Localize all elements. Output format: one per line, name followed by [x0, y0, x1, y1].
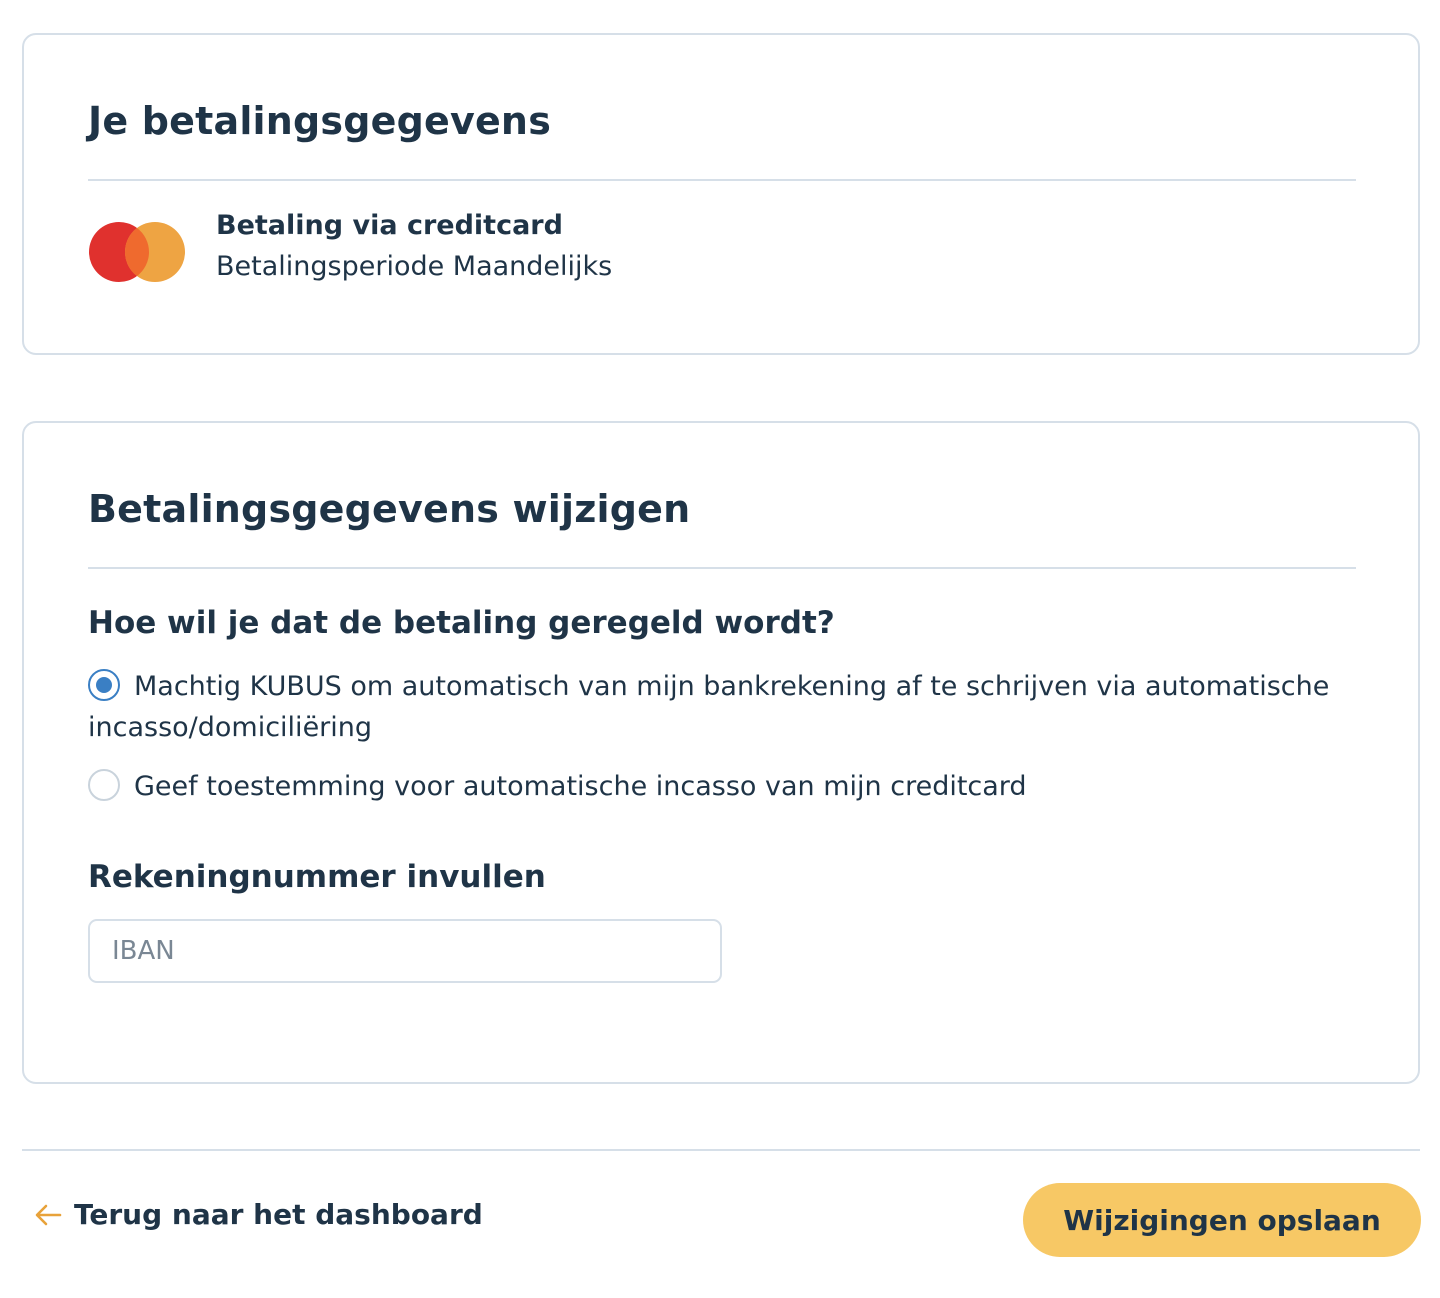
change-payment-card: Betalingsgegevens wijzigen Hoe wil je da…	[22, 421, 1420, 1084]
payment-period-label: Betalingsperiode Maandelijks	[216, 251, 613, 282]
arrow-left-icon	[35, 1204, 62, 1225]
radio-option-creditcard[interactable]: Geef toestemming voor automatische incas…	[88, 766, 1348, 807]
current-payment-title: Je betalingsgegevens	[88, 99, 552, 143]
radio-button-creditcard[interactable]	[88, 768, 120, 801]
payment-method-label: Betaling via creditcard	[216, 210, 563, 241]
current-payment-card: Je betalingsgegevens Betaling via credit…	[22, 33, 1420, 355]
radio-button-direct-debit[interactable]	[88, 668, 120, 701]
current-payment-divider	[88, 179, 1356, 181]
account-number-label: Rekeningnummer invullen	[88, 859, 546, 895]
back-link-label: Terug naar het dashboard	[74, 1198, 483, 1231]
footer-divider	[22, 1149, 1420, 1151]
change-payment-title: Betalingsgegevens wijzigen	[88, 487, 691, 531]
change-payment-divider	[88, 567, 1356, 569]
radio-label-direct-debit: Machtig KUBUS om automatisch van mijn ba…	[88, 671, 1330, 743]
radio-label-creditcard: Geef toestemming voor automatische incas…	[134, 771, 1027, 802]
save-changes-button[interactable]: Wijzigingen opslaan	[1023, 1183, 1421, 1257]
iban-input[interactable]	[88, 919, 722, 983]
payment-question: Hoe wil je dat de betaling geregeld word…	[88, 605, 835, 641]
mastercard-icon	[89, 222, 185, 282]
radio-option-direct-debit[interactable]: Machtig KUBUS om automatisch van mijn ba…	[88, 666, 1348, 748]
back-to-dashboard-link[interactable]: Terug naar het dashboard	[34, 1198, 483, 1231]
